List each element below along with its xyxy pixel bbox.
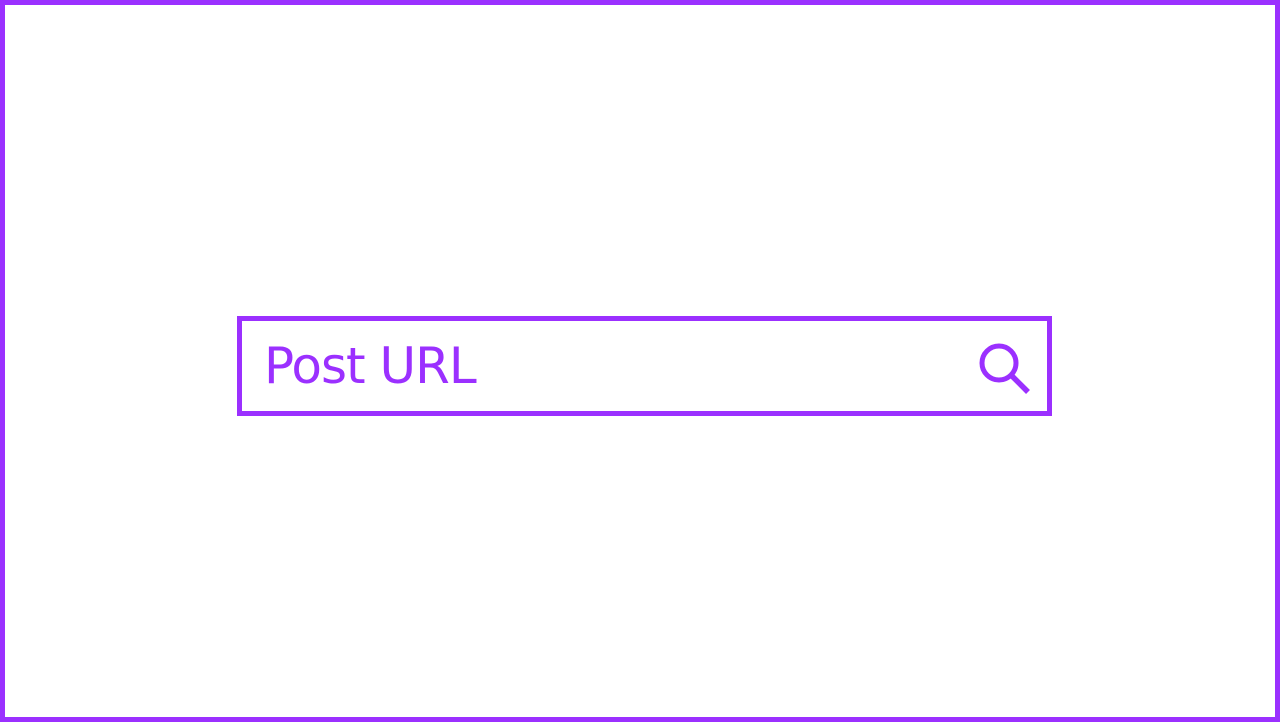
post-url-input[interactable] <box>264 335 944 397</box>
search-button[interactable] <box>974 338 1034 398</box>
search-icon <box>979 343 1030 394</box>
page-frame <box>0 0 1280 722</box>
search-bar <box>237 316 1052 416</box>
